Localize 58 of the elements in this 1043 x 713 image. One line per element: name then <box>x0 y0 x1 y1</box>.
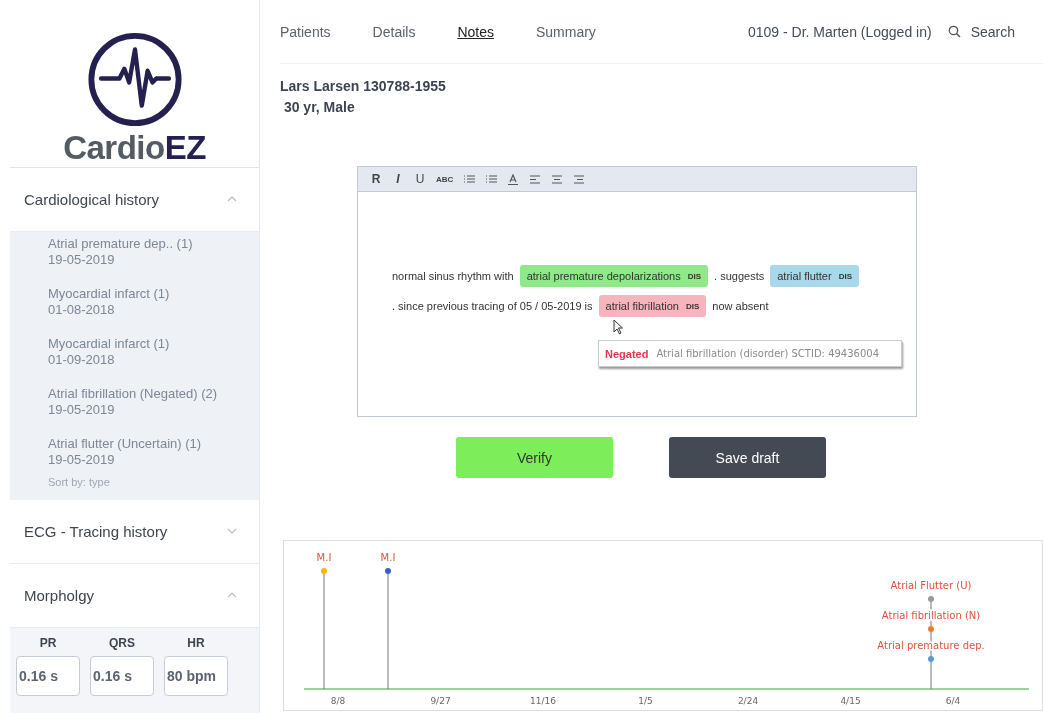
event-label: M.I <box>316 552 332 563</box>
date-tick: 1/5 <box>638 696 653 706</box>
note-text: . since previous tracing of 05 / 05-2019 is <box>392 300 593 312</box>
value-field[interactable]: 0.16 s <box>16 655 80 696</box>
note-text: normal sinus rhythm with <box>392 270 514 282</box>
note-editor[interactable] <box>357 166 917 417</box>
entity-tag[interactable]: atrial fibrillation DIS <box>598 295 707 317</box>
section-header[interactable]: Cardiological history <box>10 168 259 232</box>
event-label: Atrial fibrillation (N) <box>881 610 981 621</box>
align-left-icon[interactable] <box>529 174 542 184</box>
date-tick: 8/8 <box>330 696 346 706</box>
patient-info: 30 yr, Male <box>282 98 356 117</box>
entity-tag[interactable]: atrial flutter DIS <box>770 265 859 287</box>
nav-tab[interactable]: Summary <box>535 23 596 40</box>
field-label: QRS <box>109 635 135 650</box>
chevron-down-icon[interactable] <box>227 528 237 535</box>
field-label: HR <box>187 635 205 650</box>
date-tick: 9/27 <box>430 696 451 706</box>
numbered-list-icon[interactable] <box>485 174 498 184</box>
text-color-icon[interactable] <box>507 173 520 185</box>
align-center-icon[interactable] <box>551 174 564 184</box>
event-label: M.I <box>380 552 396 563</box>
value-field[interactable]: 80 bpm <box>164 655 228 696</box>
sort-label: Sort by: type <box>48 475 111 488</box>
date-tick: 2/24 <box>737 696 759 706</box>
date-tick: 6/4 <box>945 696 961 706</box>
chevron-up-icon[interactable] <box>227 592 237 599</box>
chevron-up-icon[interactable] <box>227 196 237 203</box>
user-label: 0109 - Dr. Marten (Logged in) <box>748 23 932 40</box>
date-tick: 4/15 <box>840 696 861 706</box>
nav-tab[interactable]: Patients <box>280 23 331 40</box>
cursor-icon <box>613 319 624 335</box>
section-header[interactable]: ECG - Tracing history <box>10 499 259 564</box>
logo-text: CardioEZ <box>63 129 206 167</box>
date-tick: 11/16 <box>530 696 556 706</box>
save-draft-button[interactable]: Save draft <box>669 437 826 478</box>
event-label: Atrial Flutter (U) <box>890 580 972 591</box>
align-right-icon[interactable] <box>573 174 586 184</box>
entity-tag[interactable]: atrial premature depolarizations DIS <box>519 265 709 287</box>
event-label: Atrial premature dep. <box>877 640 985 651</box>
search-icon <box>947 25 961 38</box>
heartbeat-logo-icon <box>85 32 184 127</box>
nav-tab[interactable]: Details <box>372 23 416 40</box>
format-button[interactable]: I <box>392 172 404 186</box>
section-header[interactable]: Morpholgy <box>10 563 259 628</box>
nav-tab[interactable]: Notes <box>457 23 494 40</box>
value-field[interactable]: 0.16 s <box>90 655 154 696</box>
format-button[interactable]: R <box>370 172 382 186</box>
format-button[interactable]: ABC <box>436 174 454 184</box>
bullet-list-icon[interactable] <box>463 174 476 184</box>
verify-button[interactable]: Verify <box>456 437 613 478</box>
note-text: . suggests <box>714 270 765 282</box>
note-text: now absent <box>712 300 769 312</box>
search-button[interactable]: Search <box>947 23 1015 40</box>
field-label: PR <box>39 635 57 650</box>
entity-tooltip: Negated Atrial fibrillation (disorder) SCTID: 49436004 <box>598 340 902 367</box>
patient-name: Lars Larsen 130788-1955 <box>280 77 447 96</box>
format-button[interactable]: U <box>414 172 426 186</box>
